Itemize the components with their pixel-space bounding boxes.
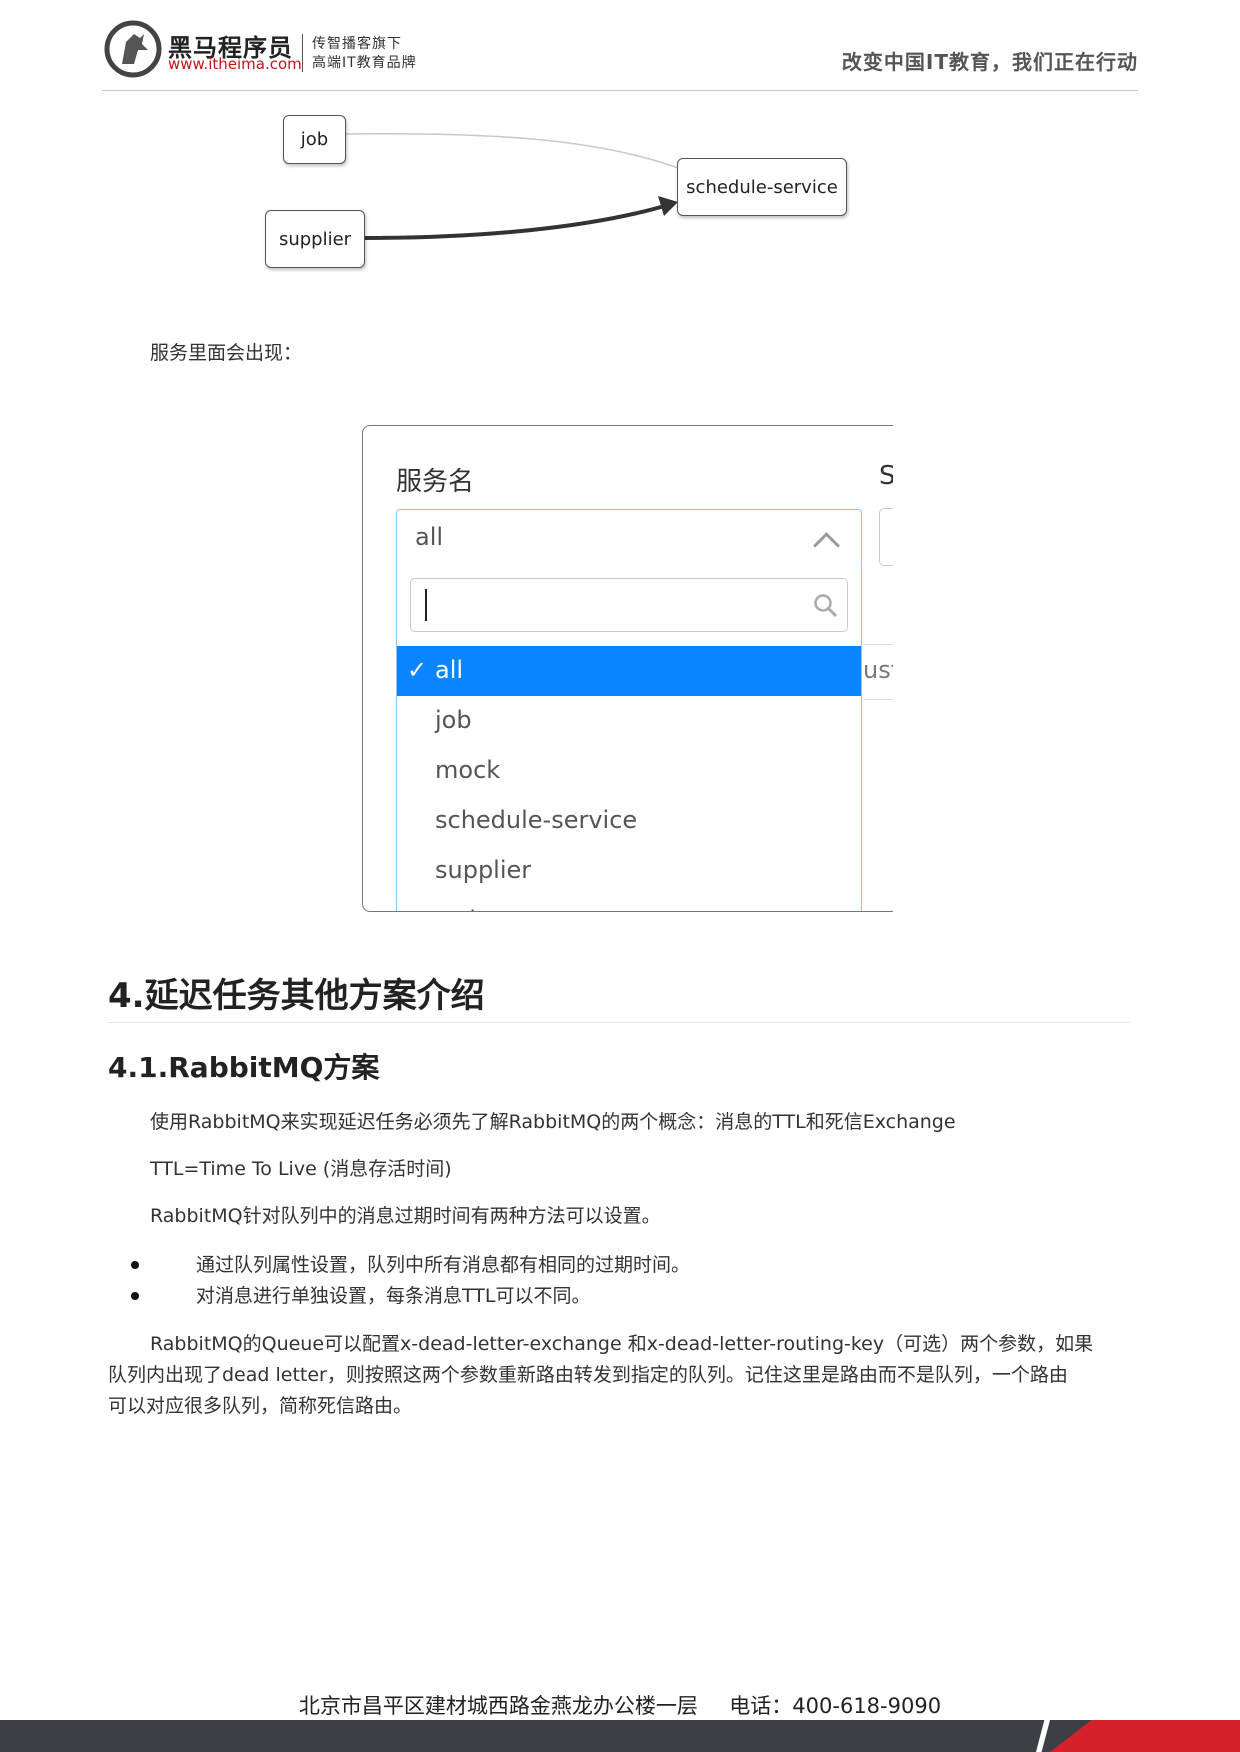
option-label: mock [435, 756, 501, 784]
service-filter-panel: 服务名 S ust all ✓ all job mock schedule-se… [362, 425, 893, 912]
bullet-dot [131, 1261, 139, 1269]
text-caret [425, 589, 427, 621]
diagram-node-job: job [283, 115, 346, 164]
service-select-value: all [415, 523, 444, 551]
dropdown-option-supplier[interactable]: supplier [397, 846, 861, 896]
footer-phone: 400-618-9090 [792, 1694, 942, 1718]
footer-bar [0, 1720, 1240, 1752]
dropdown-option-mock[interactable]: mock [397, 746, 861, 796]
search-icon [814, 594, 838, 618]
section-heading-4-1: 4.1.RabbitMQ方案 [108, 1051, 380, 1084]
check-icon: ✓ [407, 656, 428, 684]
second-field-label: S [879, 461, 893, 491]
heading-divider [108, 1022, 1130, 1023]
bullet-dot [131, 1292, 139, 1300]
paragraph-4-line-3: 可以对应很多队列，简称死信路由。 [108, 1395, 413, 1417]
service-dropdown: ✓ all job mock schedule-service supplier… [396, 565, 862, 911]
dropdown-search-input[interactable] [410, 578, 848, 632]
diagram-node-schedule-service: schedule-service [677, 158, 847, 216]
paragraph-4-line-2: 队列内出现了dead letter，则按照这两个参数重新路由转发到指定的队列。记… [108, 1364, 1068, 1386]
bullet-item-2: 对消息进行单独设置，每条消息TTL可以不同。 [196, 1285, 591, 1307]
diagram-node-supplier: supplier [265, 210, 365, 268]
footer-address-line: 北京市昌平区建材城西路金燕龙办公楼一层 电话：400-618-9090 [0, 1690, 1240, 1720]
paragraph-2: TTL=Time To Live (消息存活时间) [150, 1158, 452, 1180]
service-diagram-edges [344, 132, 679, 240]
option-label: job [435, 706, 472, 734]
dropdown-option-schedule-service[interactable]: schedule-service [397, 796, 861, 846]
paragraph-4-line-1: RabbitMQ的Queue可以配置x-dead-letter-exchange… [150, 1333, 1094, 1355]
option-label: web [435, 906, 485, 911]
chevron-up-icon[interactable] [813, 532, 840, 559]
footer-phone-label: 电话： [729, 1694, 793, 1718]
dropdown-option-job[interactable]: job [397, 696, 861, 746]
footer-address: 北京市昌平区建材城西路金燕龙办公楼一层 [298, 1694, 698, 1718]
dropdown-option-all[interactable]: ✓ all [397, 646, 861, 696]
dropdown-option-web[interactable]: web [397, 896, 861, 911]
paragraph-1: 使用RabbitMQ来实现延迟任务必须先了解RabbitMQ的两个概念：消息的T… [150, 1111, 956, 1133]
paragraph-3: RabbitMQ针对队列中的消息过期时间有两种方法可以设置。 [150, 1205, 661, 1227]
second-field-box[interactable] [879, 508, 893, 566]
intro-text: 服务里面会出现： [150, 342, 303, 364]
option-label: schedule-service [435, 806, 638, 834]
service-select[interactable]: all [396, 509, 862, 567]
behind-column-fragment: ust [863, 656, 893, 684]
service-name-label: 服务名 [396, 467, 475, 497]
section-heading-4: 4.延迟任务其他方案介绍 [108, 976, 485, 1016]
option-label: supplier [435, 856, 532, 884]
option-label: all [435, 656, 464, 684]
bullet-item-1: 通过队列属性设置，队列中所有消息都有相同的过期时间。 [196, 1254, 691, 1276]
